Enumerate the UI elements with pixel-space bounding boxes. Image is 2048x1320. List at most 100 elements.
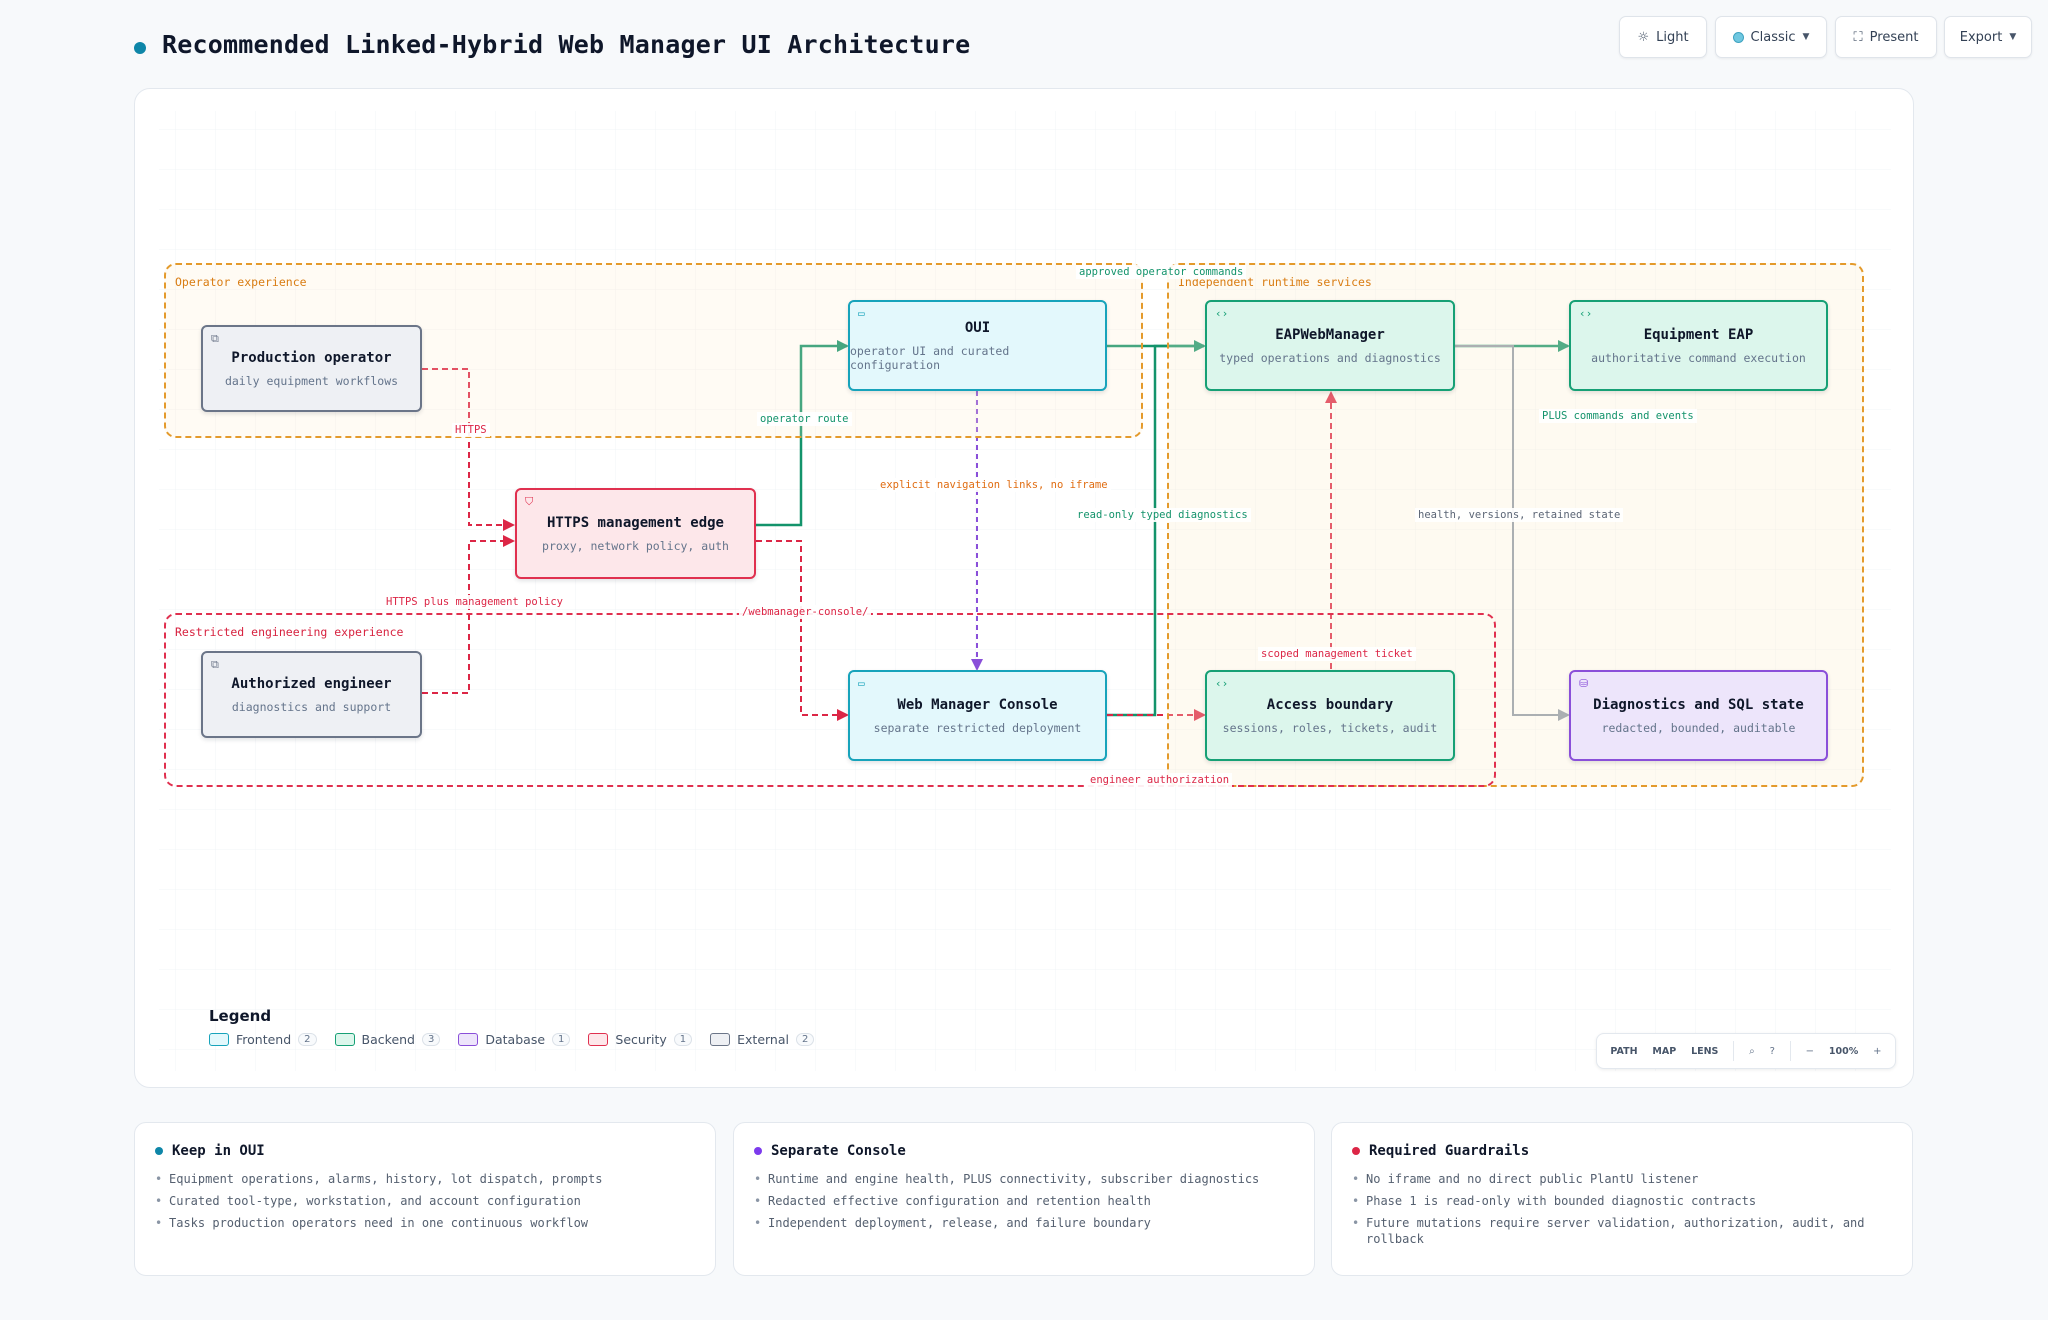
present-label: Present	[1869, 29, 1919, 45]
card-keep-in-oui: Keep in OUI Equipment operations, alarms…	[134, 1122, 716, 1276]
legend-count: 1	[552, 1033, 571, 1046]
node-subtitle: daily equipment workflows	[224, 373, 399, 388]
legend-swatch	[710, 1033, 731, 1046]
card-header: Keep in OUI	[155, 1143, 695, 1159]
sun-icon: ☼	[1637, 29, 1650, 45]
zoom-in-button[interactable]: +	[1873, 1046, 1881, 1057]
node-subtitle: redacted, bounded, auditable	[1601, 720, 1796, 735]
node-access-boundary[interactable]: ‹› Access boundary sessions, roles, tick…	[1205, 670, 1455, 761]
light-label: Light	[1656, 29, 1689, 45]
node-equipment-eap[interactable]: ‹› Equipment EAP authoritative command e…	[1569, 300, 1828, 391]
edge-label-explicit-links: explicit navigation links, no iframe	[877, 478, 1111, 492]
legend-swatch	[209, 1033, 229, 1046]
node-title: Web Manager Console	[897, 696, 1058, 713]
edge-label-health-versions: health, versions, retained state	[1415, 508, 1624, 522]
shield-icon: ⛉	[525, 495, 534, 508]
card-dot	[1352, 1147, 1360, 1155]
node-diagnostics-sql-state[interactable]: ⛁ Diagnostics and SQL state redacted, bo…	[1569, 670, 1828, 761]
legend-count: 2	[298, 1033, 317, 1046]
node-title: Equipment EAP	[1643, 326, 1754, 343]
title-bullet	[134, 42, 146, 54]
edge-label-https: HTTPS	[452, 423, 490, 437]
node-subtitle: diagnostics and support	[231, 699, 392, 714]
legend-count: 3	[422, 1033, 441, 1046]
legend-title: Legend	[209, 1007, 272, 1025]
zoom-out-button[interactable]: −	[1806, 1046, 1814, 1057]
legend-item-security[interactable]: Security 1	[588, 1032, 693, 1047]
node-web-manager-console[interactable]: ▭ Web Manager Console separate restricte…	[848, 670, 1107, 761]
card-separate-console: Separate Console Runtime and engine heal…	[733, 1122, 1315, 1276]
code-icon: ‹›	[1579, 307, 1593, 320]
list-item: Runtime and engine health, PLUS connecti…	[754, 1171, 1294, 1187]
node-title: Access boundary	[1266, 696, 1394, 713]
edge-label-read-only: read-only typed diagnostics	[1074, 508, 1251, 522]
code-icon: ‹›	[1215, 307, 1229, 320]
node-subtitle: separate restricted deployment	[873, 720, 1082, 735]
legend-swatch	[588, 1033, 609, 1046]
card-header: Required Guardrails	[1352, 1143, 1892, 1159]
edge-label-approved-commands: approved operator commands	[1076, 265, 1247, 279]
present-button[interactable]: ⛶ Present	[1835, 16, 1937, 58]
edge-label-engineer-auth: engineer authorization	[1087, 773, 1233, 787]
page-title: Recommended Linked-Hybrid Web Manager UI…	[162, 30, 971, 59]
card-required-guardrails: Required Guardrails No iframe and no dir…	[1331, 1122, 1913, 1276]
legend-count: 2	[796, 1033, 815, 1046]
chevron-down-icon: ▼	[2009, 32, 2017, 42]
edge-label-plus-commands: PLUS commands and events	[1539, 409, 1697, 423]
legend: Frontend 2 Backend 3 Database 1 Security…	[209, 1032, 815, 1047]
theme-select[interactable]: Classic ▼	[1715, 16, 1827, 58]
edge-label-https-policy: HTTPS plus management policy	[383, 595, 567, 609]
window-icon: ▭	[858, 307, 865, 320]
database-icon: ⛁	[1579, 677, 1589, 690]
help-icon[interactable]: ?	[1770, 1046, 1775, 1057]
legend-label: Backend	[361, 1032, 415, 1047]
theme-label: Classic	[1750, 29, 1796, 45]
card-list: Runtime and engine health, PLUS connecti…	[754, 1171, 1294, 1231]
legend-item-frontend[interactable]: Frontend 2	[209, 1032, 317, 1047]
card-title: Separate Console	[771, 1143, 906, 1159]
search-icon[interactable]: ⌕	[1749, 1046, 1755, 1057]
node-title: OUI	[964, 319, 991, 336]
list-item: No iframe and no direct public PlantU li…	[1352, 1171, 1892, 1187]
node-subtitle: sessions, roles, tickets, audit	[1222, 720, 1438, 735]
group-label: Restricted engineering experience	[175, 625, 404, 639]
lens-mode-button[interactable]: LENS	[1691, 1046, 1718, 1057]
diagram-canvas[interactable]: Operator experience Independent runtime …	[134, 88, 1914, 1088]
zoom-level: 100%	[1828, 1045, 1859, 1057]
node-authorized-engineer[interactable]: ⧉ Authorized engineer diagnostics and su…	[201, 651, 422, 738]
export-label: Export	[1959, 29, 2003, 45]
legend-item-backend[interactable]: Backend 3	[334, 1032, 441, 1047]
export-button[interactable]: Export ▼	[1944, 16, 2032, 58]
node-subtitle: authoritative command execution	[1591, 350, 1806, 365]
card-dot	[155, 1147, 163, 1155]
node-title: EAPWebManager	[1275, 326, 1385, 343]
legend-swatch	[458, 1033, 479, 1046]
node-https-management-edge[interactable]: ⛉ HTTPS management edge proxy, network p…	[515, 488, 756, 579]
external-link-icon: ⧉	[211, 658, 219, 671]
code-icon: ‹›	[1215, 677, 1229, 690]
list-item: Future mutations require server validati…	[1352, 1215, 1892, 1247]
path-mode-button[interactable]: PATH	[1610, 1046, 1637, 1057]
group-label: Operator experience	[175, 275, 307, 289]
light-theme-button[interactable]: ☼ Light	[1619, 16, 1707, 58]
node-title: Authorized engineer	[231, 675, 392, 692]
node-eapwebmanager[interactable]: ‹› EAPWebManager typed operations and di…	[1205, 300, 1455, 391]
toolbar-divider	[1789, 1041, 1791, 1061]
node-oui[interactable]: ▭ OUI operator UI and curated configurat…	[848, 300, 1107, 391]
palette-dot-icon	[1732, 31, 1744, 43]
node-production-operator[interactable]: ⧉ Production operator daily equipment wo…	[201, 325, 422, 412]
legend-item-database[interactable]: Database 1	[458, 1032, 571, 1047]
list-item: Tasks production operators need in one c…	[155, 1215, 695, 1231]
edge-label-operator-route: operator route	[757, 412, 852, 426]
external-link-icon: ⧉	[211, 332, 219, 345]
card-header: Separate Console	[754, 1143, 1294, 1159]
fullscreen-icon: ⛶	[1853, 29, 1863, 45]
edge-label-webmanager-console: /webmanager-console/	[739, 605, 872, 619]
toolbar-divider	[1733, 1041, 1735, 1061]
map-mode-button[interactable]: MAP	[1652, 1046, 1676, 1057]
list-item: Redacted effective configuration and ret…	[754, 1193, 1294, 1209]
legend-item-external[interactable]: External 2	[710, 1032, 815, 1047]
legend-label: Database	[485, 1032, 546, 1047]
card-title: Required Guardrails	[1369, 1143, 1530, 1159]
node-subtitle: proxy, network policy, auth	[542, 538, 729, 553]
